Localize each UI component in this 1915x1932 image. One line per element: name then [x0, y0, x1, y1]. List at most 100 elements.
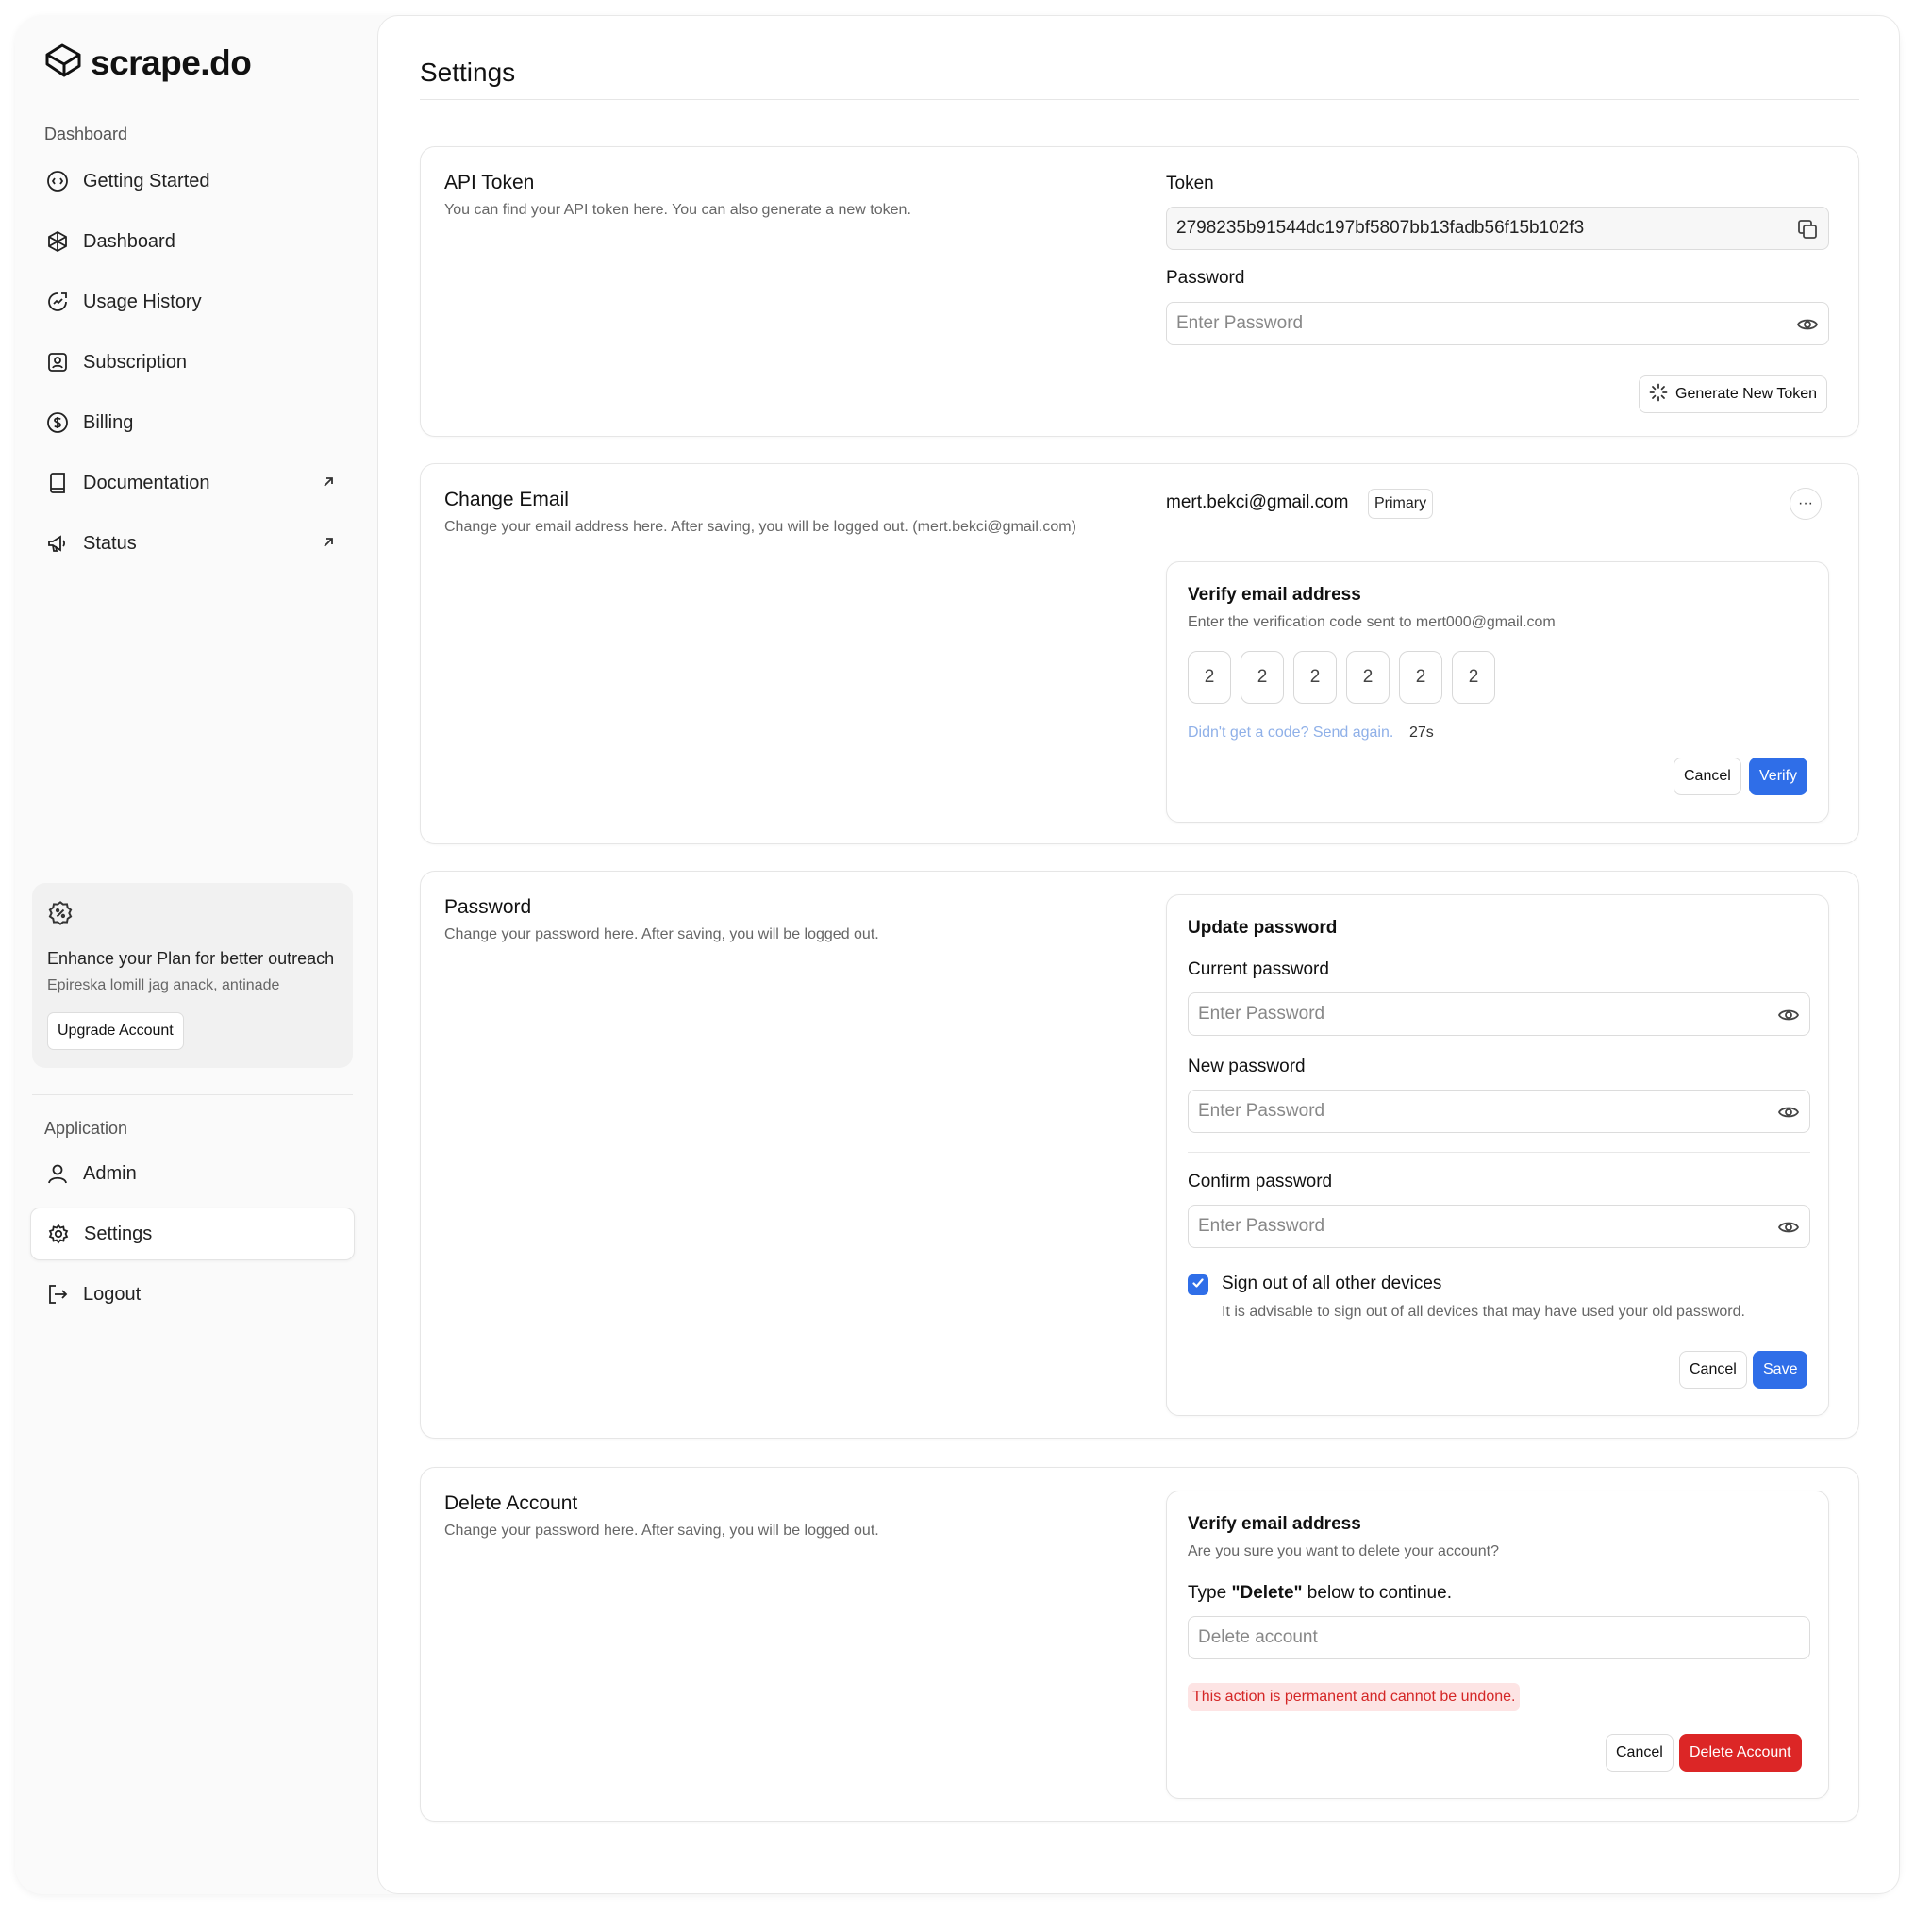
- delete-confirm-placeholder: Delete account: [1198, 1627, 1318, 1647]
- brand-logo[interactable]: scrape.do: [43, 42, 252, 84]
- signout-checkbox[interactable]: [1188, 1274, 1208, 1295]
- otp-digit-6[interactable]: 2: [1452, 651, 1495, 704]
- delete-prompt-keyword: "Delete": [1231, 1583, 1303, 1603]
- sidebar-item-billing[interactable]: Billing: [30, 396, 355, 449]
- sidebar-item-label: Status: [83, 532, 137, 554]
- sidebar-item-label: Documentation: [83, 472, 210, 493]
- eye-icon[interactable]: [1796, 313, 1819, 341]
- delete-confirm-input[interactable]: Delete account: [1188, 1616, 1810, 1659]
- sidebar-item-label: Getting Started: [83, 170, 210, 192]
- copy-icon[interactable]: [1796, 218, 1819, 246]
- sidebar-item-label: Settings: [84, 1223, 153, 1244]
- token-label: Token: [1166, 174, 1214, 193]
- eye-icon[interactable]: [1777, 1101, 1800, 1129]
- upgrade-promo-card: Enhance your Plan for better outreach Ep…: [32, 883, 353, 1068]
- otp-digit-4[interactable]: 2: [1346, 651, 1390, 704]
- sidebar: scrape.do Dashboard Getting Started Dash…: [15, 15, 377, 1894]
- verify-title: Verify email address: [1188, 585, 1361, 605]
- confirm-password-placeholder: Enter Password: [1198, 1216, 1325, 1236]
- checkmark-icon: [1191, 1276, 1205, 1294]
- sidebar-item-label: Dashboard: [83, 230, 175, 252]
- status-icon: [45, 531, 70, 556]
- generate-new-token-button[interactable]: Generate New Token: [1639, 375, 1828, 413]
- resend-timer: 27s: [1409, 724, 1434, 741]
- brand-name: scrape.do: [91, 42, 252, 82]
- section-label-dashboard: Dashboard: [44, 125, 128, 143]
- otp-digit-1[interactable]: 2: [1188, 651, 1231, 704]
- delete-prompt-suffix: below to continue.: [1302, 1583, 1452, 1603]
- upgrade-account-button[interactable]: Upgrade Account: [47, 1012, 184, 1050]
- settings-main: Settings API Token You can find your API…: [377, 15, 1900, 1894]
- title-divider: [420, 99, 1859, 100]
- delete-account-button[interactable]: Delete Account: [1679, 1734, 1802, 1772]
- page-title: Settings: [420, 58, 516, 87]
- current-email: mert.bekci@gmail.com: [1166, 492, 1349, 512]
- sidebar-divider: [32, 1094, 353, 1095]
- confirm-password-label: Confirm password: [1188, 1172, 1333, 1191]
- dashboard-icon: [45, 229, 70, 254]
- api-token-card: API Token You can find your API token he…: [420, 146, 1859, 437]
- sidebar-item-label: Admin: [83, 1162, 137, 1184]
- current-password-placeholder: Enter Password: [1198, 1004, 1325, 1024]
- sidebar-item-logout[interactable]: Logout: [30, 1268, 355, 1321]
- card-description: Change your email address here. After sa…: [444, 519, 1076, 535]
- update-password-panel: Update password Current password Enter P…: [1166, 894, 1829, 1416]
- documentation-icon: [45, 471, 70, 495]
- delete-account-card: Delete Account Change your password here…: [420, 1467, 1859, 1822]
- signout-hint: It is advisable to sign out of all devic…: [1222, 1304, 1745, 1320]
- permanent-action-warning: This action is permanent and cannot be u…: [1188, 1683, 1521, 1711]
- sidebar-item-admin[interactable]: Admin: [30, 1147, 355, 1200]
- resend-code-link[interactable]: Didn't get a code? Send again.: [1188, 724, 1393, 741]
- api-password-input[interactable]: Enter Password: [1166, 302, 1829, 345]
- cancel-verify-button[interactable]: Cancel: [1674, 758, 1741, 795]
- current-password-input[interactable]: Enter Password: [1188, 992, 1810, 1036]
- cancel-delete-button[interactable]: Cancel: [1606, 1734, 1674, 1772]
- delete-verify-subtitle: Are you sure you want to delete your acc…: [1188, 1543, 1499, 1559]
- sidebar-item-status[interactable]: Status: [30, 517, 355, 570]
- eye-icon[interactable]: [1777, 1004, 1800, 1032]
- change-email-card: Change Email Change your email address h…: [420, 463, 1859, 844]
- card-description: Change your password here. After saving,…: [444, 926, 879, 942]
- more-options-button[interactable]: ···: [1790, 488, 1822, 520]
- delete-account-panel: Verify email address Are you sure you wa…: [1166, 1491, 1829, 1799]
- card-description: You can find your API token here. You ca…: [444, 202, 911, 218]
- delete-verify-title: Verify email address: [1188, 1514, 1361, 1534]
- user-icon: [45, 1161, 70, 1186]
- verify-email-panel: Verify email address Enter the verificat…: [1166, 561, 1829, 823]
- logout-icon: [45, 1282, 70, 1307]
- otp-digit-2[interactable]: 2: [1241, 651, 1284, 704]
- save-password-button[interactable]: Save: [1753, 1351, 1808, 1389]
- password-label: Password: [1166, 268, 1245, 288]
- more-horizontal-icon: ···: [1798, 495, 1813, 511]
- otp-digit-3[interactable]: 2: [1293, 651, 1337, 704]
- new-password-input[interactable]: Enter Password: [1188, 1090, 1810, 1133]
- sidebar-item-usage-history[interactable]: Usage History: [30, 275, 355, 328]
- generate-new-token-label: Generate New Token: [1675, 386, 1818, 402]
- otp-digit-5[interactable]: 2: [1399, 651, 1442, 704]
- token-value: 2798235b91544dc197bf5807bb13fadb56f15b10…: [1176, 218, 1585, 238]
- update-password-title: Update password: [1188, 918, 1338, 938]
- card-title: Delete Account: [444, 1492, 578, 1514]
- billing-icon: [45, 410, 70, 435]
- delete-prompt: Type "Delete" below to continue.: [1188, 1583, 1452, 1604]
- discount-badge-icon: [47, 900, 74, 931]
- section-label-application: Application: [44, 1119, 128, 1138]
- card-title: API Token: [444, 172, 535, 193]
- eye-icon[interactable]: [1777, 1216, 1800, 1244]
- sidebar-item-label: Logout: [83, 1283, 142, 1305]
- signout-label[interactable]: Sign out of all other devices: [1222, 1274, 1441, 1294]
- current-password-label: Current password: [1188, 959, 1329, 979]
- verify-button[interactable]: Verify: [1749, 758, 1808, 795]
- confirm-password-input[interactable]: Enter Password: [1188, 1205, 1810, 1248]
- loader-icon: [1649, 383, 1668, 407]
- sidebar-item-subscription[interactable]: Subscription: [30, 336, 355, 389]
- card-title: Password: [444, 896, 532, 918]
- token-field[interactable]: 2798235b91544dc197bf5807bb13fadb56f15b10…: [1166, 207, 1829, 250]
- cancel-password-button[interactable]: Cancel: [1679, 1351, 1747, 1389]
- password-placeholder: Enter Password: [1176, 313, 1304, 333]
- sidebar-item-dashboard[interactable]: Dashboard: [30, 215, 355, 268]
- sidebar-item-getting-started[interactable]: Getting Started: [30, 155, 355, 208]
- sidebar-item-settings[interactable]: Settings: [30, 1208, 355, 1260]
- sidebar-item-documentation[interactable]: Documentation: [30, 457, 355, 509]
- password-card: Password Change your password here. Afte…: [420, 871, 1859, 1439]
